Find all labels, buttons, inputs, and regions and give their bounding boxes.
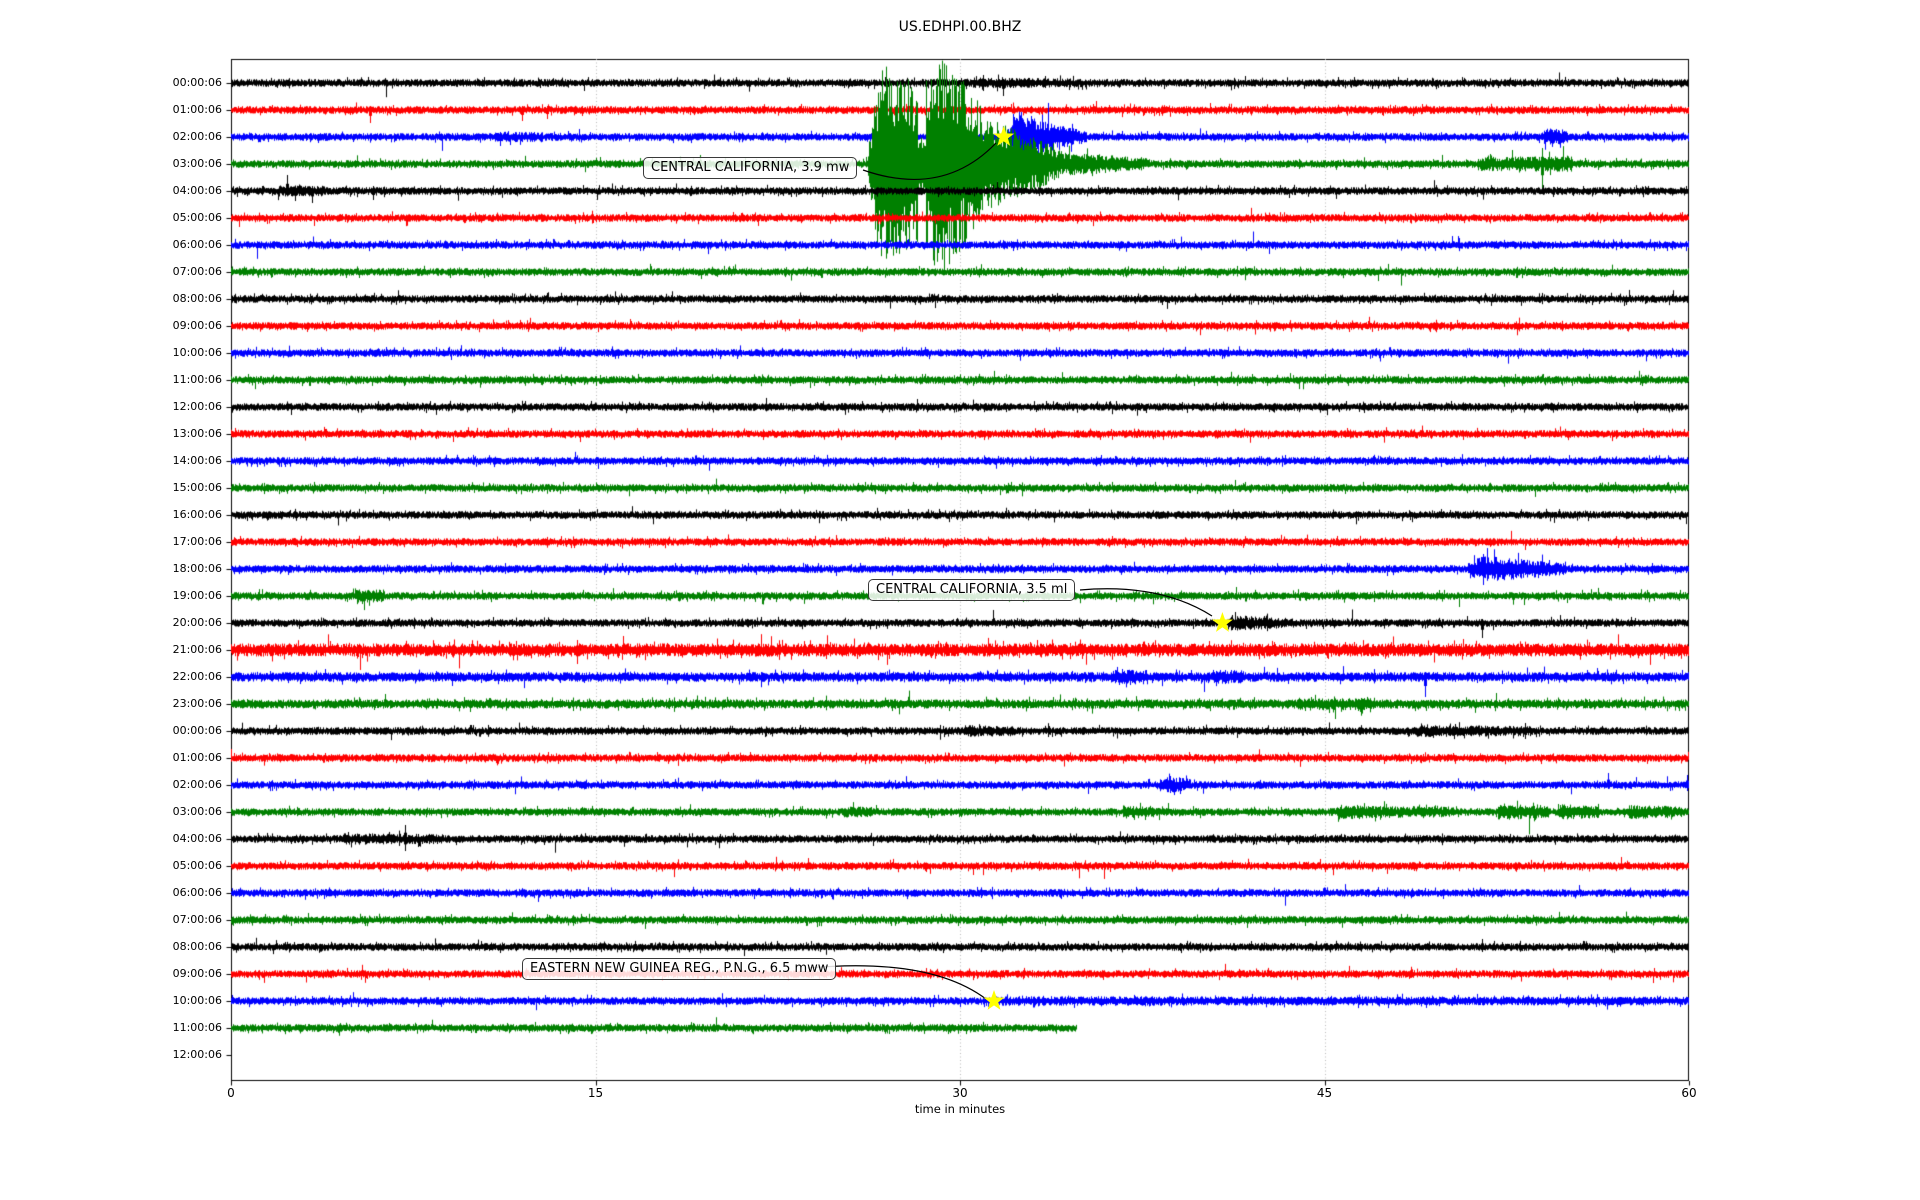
y-axis-tick-label: 02:00:06 [172,130,222,143]
y-axis-tick-label: 23:00:06 [172,697,222,710]
y-axis-tick-label: 14:00:06 [172,454,222,467]
y-axis-tick-label: 16:00:06 [172,508,222,521]
x-axis-tick-label: 15 [587,1086,604,1100]
x-axis-tick-label: 30 [952,1086,968,1100]
event-annotation-central-california-39: CENTRAL CALIFORNIA, 3.9 mw [643,157,858,179]
y-axis-tick-label: 12:00:06 [172,1048,222,1061]
y-axis-tick-label: 09:00:06 [172,319,222,332]
y-axis-tick-label: 01:00:06 [172,103,222,116]
y-axis-tick-label: 04:00:06 [172,184,222,197]
y-axis-tick-label: 19:00:06 [172,589,222,602]
y-axis-tick-label: 00:00:06 [172,76,222,89]
y-axis-tick-label: 06:00:06 [172,238,222,251]
y-axis-tick-label: 15:00:06 [172,481,222,494]
y-axis-tick-label: 06:00:06 [172,886,222,899]
y-axis-tick-label: 22:00:06 [172,670,222,683]
y-axis-tick-label: 08:00:06 [172,292,222,305]
event-annotation-eastern-new-guinea: EASTERN NEW GUINEA REG., P.N.G., 6.5 mww [522,958,837,980]
y-axis-tick-label: 10:00:06 [172,994,222,1007]
event-annotation-central-california-35: CENTRAL CALIFORNIA, 3.5 ml [868,579,1076,601]
y-axis-tick-label: 07:00:06 [172,265,222,278]
y-axis-tick-label: 02:00:06 [172,778,222,791]
y-axis-tick-label: 13:00:06 [172,427,222,440]
y-axis-tick-label: 00:00:06 [172,724,222,737]
y-axis-tick-label: 03:00:06 [172,805,222,818]
x-axis-label: time in minutes [914,1102,1006,1116]
y-axis-tick-label: 01:00:06 [172,751,222,764]
y-axis-tick-label: 18:00:06 [172,562,222,575]
y-axis-tick-label: 12:00:06 [172,400,222,413]
x-axis-tick-label: 60 [1681,1086,1697,1100]
y-axis-tick-label: 08:00:06 [172,940,222,953]
y-axis-tick-label: 11:00:06 [172,1021,222,1034]
y-axis-tick-label: 10:00:06 [172,346,222,359]
y-axis-tick-label: 07:00:06 [172,913,222,926]
y-axis-tick-label: 20:00:06 [172,616,222,629]
x-axis-tick-label: 45 [1316,1086,1333,1100]
y-axis-tick-label: 05:00:06 [172,211,222,224]
seismogram-figure: US.EDHPI.00.BHZ 00:00:0601:00:0602:00:06… [0,0,1920,1200]
y-axis-tick-label: 11:00:06 [172,373,222,386]
x-axis-tick-label: 0 [227,1086,235,1100]
y-axis-tick-label: 09:00:06 [172,967,222,980]
y-axis-tick-label: 17:00:06 [172,535,222,548]
y-axis-tick-label: 04:00:06 [172,832,222,845]
y-axis-tick-label: 03:00:06 [172,157,222,170]
y-axis-tick-label: 21:00:06 [172,643,222,656]
y-axis-tick-label: 05:00:06 [172,859,222,872]
